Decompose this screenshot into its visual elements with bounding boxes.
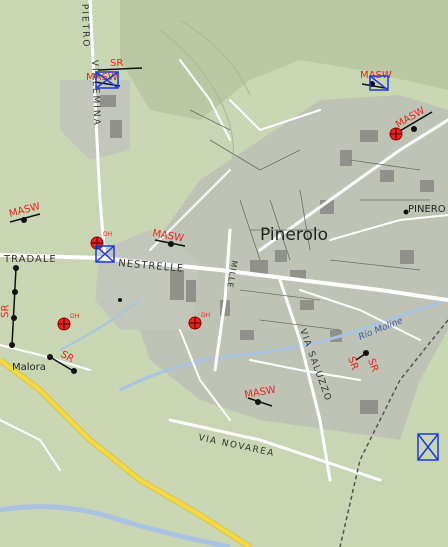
masw-label: MASW	[86, 72, 118, 83]
dh-label: DH	[103, 231, 112, 238]
sr-label: SR	[0, 304, 11, 318]
dh-borehole-2[interactable]	[389, 127, 403, 141]
dh-label: DH	[70, 313, 79, 320]
town-label: Pinerolo	[260, 225, 328, 245]
dh-label: DH	[201, 312, 210, 319]
map-svg[interactable]: Pinerolo PINERO Malora TRADALE NESTRELLE…	[0, 0, 448, 547]
street-label-pietro: PIETRO	[79, 4, 91, 49]
cut-town-label: PINERO	[408, 204, 446, 215]
sr-label: SR	[110, 58, 123, 69]
map-canvas[interactable]: Pinerolo PINERO Malora TRADALE NESTRELLE…	[0, 0, 448, 547]
street-label-strada: TRADALE	[3, 254, 57, 265]
hamlet-label: Malora	[12, 362, 46, 373]
